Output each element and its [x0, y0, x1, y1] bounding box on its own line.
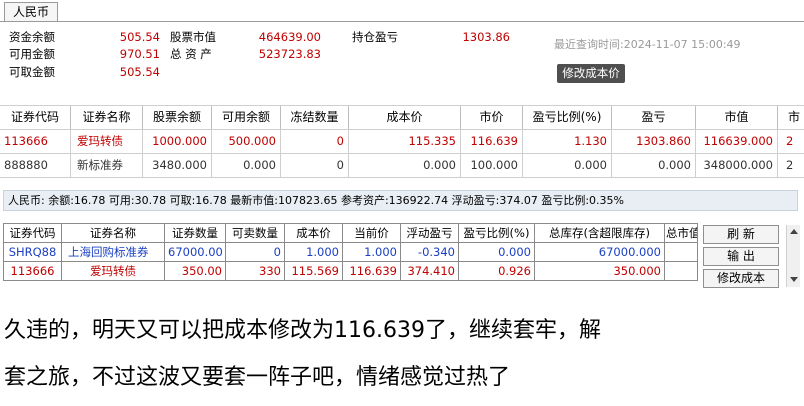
lower-col-pnl-pct[interactable]: 盈亏比例(%)	[459, 224, 535, 242]
last-query-time: 2024-11-07 15:00:49	[623, 38, 741, 51]
scroll-down-icon[interactable]	[790, 277, 798, 282]
col-header-value[interactable]: 市值	[696, 106, 778, 129]
table-row[interactable]: 113666 爱玛转债 1000.000 500.000 0 115.335 1…	[0, 130, 804, 153]
tab-rmb[interactable]: 人民币	[4, 2, 58, 22]
cell-code: 113666	[0, 130, 71, 153]
scroll-up-icon[interactable]	[790, 229, 798, 234]
cell-pnl: 0.000	[612, 154, 696, 177]
cell-frozen: 0	[281, 130, 349, 153]
cell-pnl-pct: 0.000	[459, 243, 535, 261]
col-header-frozen[interactable]: 冻结数量	[281, 106, 349, 129]
screenshot-root: 人民币 资金余额 505.54 可用金额 970.51 可取金额 505.54 …	[0, 0, 804, 406]
fund-balance-value: 505.54	[119, 30, 160, 44]
position-pnl-label: 持仓盈亏	[352, 30, 398, 44]
cell-name: 爱玛转债	[71, 130, 143, 153]
fund-balance-label: 资金余额	[9, 30, 55, 44]
available-label: 可用金额	[9, 47, 55, 61]
caption-line-1: 久违的，明天又可以把成本修改为116.639了，继续套牢，解	[4, 318, 601, 343]
cell-pnl: 1303.860	[612, 130, 696, 153]
position-pnl-value: 1303.86	[462, 30, 510, 44]
summary-info-bar: 人民币: 余额:16.78 可用:30.78 可取:16.78 最新市值:107…	[3, 190, 798, 211]
lower-positions-table: 证券代码 证券名称 证券数量 可卖数量 成本价 当前价 浮动盈亏 盈亏比例(%)…	[3, 223, 698, 281]
refresh-button[interactable]: 刷 新	[703, 225, 779, 244]
cell-sellable: 330	[226, 262, 285, 280]
cell-market-value	[665, 262, 697, 280]
cell-qty: 67000.00	[165, 243, 226, 261]
modify-cost-side-button[interactable]: 修改成本	[703, 269, 779, 288]
cell-float-pnl: 374.410	[401, 262, 459, 280]
cell-cost: 115.569	[285, 262, 343, 280]
cell-market-value	[665, 243, 697, 261]
lower-header-row: 证券代码 证券名称 证券数量 可卖数量 成本价 当前价 浮动盈亏 盈亏比例(%)…	[4, 224, 697, 242]
tab-divider	[0, 21, 804, 22]
col-header-price[interactable]: 市价	[461, 106, 523, 129]
col-header-market[interactable]: 市	[778, 106, 804, 129]
cell-code: SHRQ88	[4, 243, 62, 261]
vertical-scrollbar[interactable]	[786, 225, 800, 287]
modify-cost-button[interactable]: 修改成本价	[557, 64, 625, 83]
cell-available: 500.000	[212, 130, 281, 153]
cell-balance: 1000.000	[143, 130, 212, 153]
stock-value-value: 464639.00	[258, 30, 321, 44]
cell-balance: 3480.000	[143, 154, 212, 177]
cell-code: 888880	[0, 154, 71, 177]
table-row[interactable]: 113666 爱玛转债 350.00 330 115.569 116.639 3…	[4, 262, 697, 280]
cell-available: 0.000	[212, 154, 281, 177]
lower-col-code[interactable]: 证券代码	[4, 224, 62, 242]
cell-market: 2	[786, 158, 794, 172]
last-query-label-text: 最近查询时间:	[554, 38, 624, 51]
col-header-available[interactable]: 可用余额	[212, 106, 281, 129]
col-header-cost[interactable]: 成本价	[349, 106, 461, 129]
lower-col-inventory[interactable]: 总库存(含超限库存)	[535, 224, 665, 242]
positions-header-row: 证券代码 证券名称 股票余额 可用余额 冻结数量 成本价 市价 盈亏比例(%) …	[0, 106, 804, 129]
cell-cost: 115.335	[349, 130, 461, 153]
cell-inventory: 350.000	[535, 262, 665, 280]
cell-value: 348000.000	[696, 154, 778, 177]
col-header-name[interactable]: 证券名称	[71, 106, 143, 129]
cell-frozen: 0	[281, 154, 349, 177]
available-value: 970.51	[119, 47, 160, 61]
cell-name: 新标准券	[71, 154, 143, 177]
total-assets-label: 总 资 产	[170, 47, 212, 61]
cell-code: 113666	[4, 262, 62, 280]
col-header-balance[interactable]: 股票余额	[143, 106, 212, 129]
cell-qty: 350.00	[165, 262, 226, 280]
lower-col-float-pnl[interactable]: 浮动盈亏	[401, 224, 459, 242]
lower-col-cost[interactable]: 成本价	[285, 224, 343, 242]
col-header-pnl[interactable]: 盈亏	[612, 106, 696, 129]
stock-value-label: 股票市值	[170, 30, 216, 44]
cell-market: 2	[786, 134, 794, 148]
cell-name: 爱玛转债	[62, 262, 165, 280]
cell-pnl-pct: 0.926	[459, 262, 535, 280]
caption-line-2: 套之旅，不过这波又要套一阵子吧，情绪感觉过热了	[4, 365, 511, 390]
cell-cost: 0.000	[349, 154, 461, 177]
cell-price: 116.639	[461, 130, 523, 153]
lower-col-name[interactable]: 证券名称	[62, 224, 165, 242]
cell-inventory: 67000.000	[535, 243, 665, 261]
col-header-code[interactable]: 证券代码	[0, 106, 71, 129]
cell-value: 116639.000	[696, 130, 778, 153]
cell-float-pnl: -0.340	[401, 243, 459, 261]
cell-name: 上海回购标准券	[62, 243, 165, 261]
cell-cost: 1.000	[285, 243, 343, 261]
lower-col-price[interactable]: 当前价	[343, 224, 401, 242]
lower-col-sellable[interactable]: 可卖数量	[226, 224, 285, 242]
export-button[interactable]: 输 出	[703, 247, 779, 266]
last-query-label: 最近查询时间:2024-11-07 15:00:49	[554, 38, 741, 52]
lower-col-qty[interactable]: 证券数量	[165, 224, 226, 242]
table-row[interactable]: 888880 新标准券 3480.000 0.000 0 0.000 100.0…	[0, 154, 804, 177]
col-header-pnl-pct[interactable]: 盈亏比例(%)	[523, 106, 612, 129]
withdrawable-label: 可取金额	[9, 65, 55, 79]
total-assets-value: 523723.83	[258, 47, 321, 61]
cell-price: 116.639	[343, 262, 401, 280]
grid-row-divider	[0, 177, 804, 178]
lower-col-market-value[interactable]: 总市值	[665, 224, 697, 242]
cell-price: 1.000	[343, 243, 401, 261]
cell-price: 100.000	[461, 154, 523, 177]
cell-sellable: 0	[226, 243, 285, 261]
cell-pnl-pct: 0.000	[523, 154, 612, 177]
cell-pnl-pct: 1.130	[523, 130, 612, 153]
withdrawable-value: 505.54	[119, 65, 160, 79]
table-row[interactable]: SHRQ88 上海回购标准券 67000.00 0 1.000 1.000 -0…	[4, 243, 697, 261]
